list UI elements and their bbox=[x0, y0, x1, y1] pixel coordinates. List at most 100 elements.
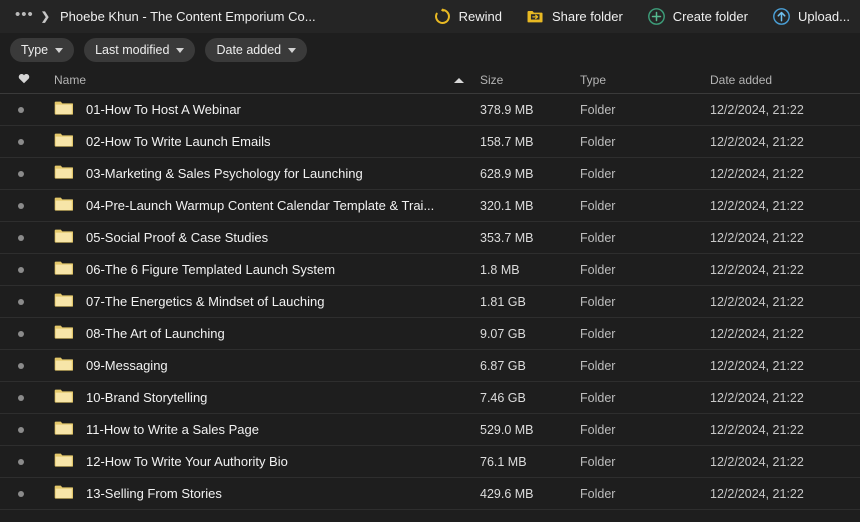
create-folder-icon bbox=[647, 7, 666, 26]
row-name-cell[interactable]: 12-How To Write Your Authority Bio bbox=[54, 452, 480, 471]
table-row[interactable]: 10-Brand Storytelling 7.46 GB Folder 12/2/2… bbox=[0, 382, 860, 414]
row-name-cell[interactable]: 13-Selling From Stories bbox=[54, 484, 480, 503]
folder-icon bbox=[54, 196, 86, 215]
row-favorite-toggle[interactable] bbox=[18, 202, 54, 209]
row-favorite-toggle[interactable] bbox=[18, 234, 54, 241]
table-row[interactable]: 04-Pre-Launch Warmup Content Calendar Te… bbox=[0, 190, 860, 222]
folder-icon bbox=[54, 452, 86, 471]
heart-icon bbox=[18, 73, 30, 87]
size-column-header[interactable]: Size bbox=[480, 73, 580, 87]
row-name-cell[interactable]: 06-The 6 Figure Templated Launch System bbox=[54, 260, 480, 279]
row-name-cell[interactable]: 03-Marketing & Sales Psychology for Laun… bbox=[54, 164, 480, 183]
row-date-cell: 12/2/2024, 21:22 bbox=[710, 390, 804, 405]
table-row[interactable]: 07-The Energetics & Mindset of Lauching 1… bbox=[0, 286, 860, 318]
row-name-label: 02-How To Write Launch Emails bbox=[86, 134, 271, 149]
row-size-cell: 158.7 MB bbox=[480, 134, 534, 149]
favorite-dot-icon bbox=[18, 394, 24, 401]
table-row[interactable]: 05-Social Proof & Case Studies 353.7 MB Fo… bbox=[0, 222, 860, 254]
row-name-cell[interactable]: 11-How to Write a Sales Page bbox=[54, 420, 480, 439]
table-row[interactable]: 03-Marketing & Sales Psychology for Laun… bbox=[0, 158, 860, 190]
row-name-label: 01-How To Host A Webinar bbox=[86, 102, 241, 117]
type-column-header[interactable]: Type bbox=[580, 73, 710, 87]
table-row[interactable]: 12-How To Write Your Authority Bio 76.1 M… bbox=[0, 446, 860, 478]
row-favorite-toggle[interactable] bbox=[18, 394, 54, 401]
row-date-cell: 12/2/2024, 21:22 bbox=[710, 358, 804, 373]
row-name-cell[interactable]: 09-Messaging bbox=[54, 356, 480, 375]
table-row[interactable]: 08-The Art of Launching 9.07 GB Folder 12/2… bbox=[0, 318, 860, 350]
filter-last-modified-button[interactable]: Last modified bbox=[84, 38, 196, 62]
row-favorite-toggle[interactable] bbox=[18, 266, 54, 273]
row-favorite-toggle[interactable] bbox=[18, 458, 54, 465]
filter-type-label: Type bbox=[21, 43, 49, 57]
row-name-cell[interactable]: 10-Brand Storytelling bbox=[54, 388, 480, 407]
folder-icon bbox=[54, 100, 86, 119]
toolbar-actions: Rewind Share folder Create folder Upload… bbox=[409, 7, 850, 26]
row-name-label: 13-Selling From Stories bbox=[86, 486, 222, 501]
row-date-cell: 12/2/2024, 21:22 bbox=[710, 486, 804, 501]
table-row[interactable]: 13-Selling From Stories 429.6 MB Folder 12/… bbox=[0, 478, 860, 510]
favorite-dot-icon bbox=[18, 234, 24, 241]
row-type-cell: Folder bbox=[580, 134, 616, 149]
filter-last-modified-label: Last modified bbox=[95, 43, 170, 57]
date-added-column-header[interactable]: Date added bbox=[710, 73, 860, 87]
name-column-header[interactable]: Name bbox=[54, 73, 480, 87]
table-row[interactable]: 02-How To Write Launch Emails 158.7 MB Fol… bbox=[0, 126, 860, 158]
row-date-cell: 12/2/2024, 21:22 bbox=[710, 230, 804, 245]
row-name-cell[interactable]: 01-How To Host A Webinar bbox=[54, 100, 480, 119]
share-folder-button[interactable]: Share folder bbox=[526, 7, 623, 26]
chevron-down-icon bbox=[55, 48, 64, 53]
row-favorite-toggle[interactable] bbox=[18, 330, 54, 337]
row-size-cell: 1.8 MB bbox=[480, 262, 520, 277]
row-name-label: 11-How to Write a Sales Page bbox=[86, 422, 259, 437]
upload-label: Upload... bbox=[797, 9, 850, 24]
favorite-dot-icon bbox=[18, 138, 24, 145]
row-date-cell: 12/2/2024, 21:22 bbox=[710, 134, 804, 149]
upload-icon bbox=[772, 7, 791, 26]
rewind-button[interactable]: Rewind bbox=[433, 7, 502, 26]
filter-date-added-button[interactable]: Date added bbox=[205, 38, 308, 62]
row-favorite-toggle[interactable] bbox=[18, 106, 54, 113]
row-date-cell: 12/2/2024, 21:22 bbox=[710, 262, 804, 277]
row-size-cell: 628.9 MB bbox=[480, 166, 534, 181]
row-size-cell: 1.81 GB bbox=[480, 294, 526, 309]
favorite-dot-icon bbox=[18, 298, 24, 305]
row-name-cell[interactable]: 04-Pre-Launch Warmup Content Calendar Te… bbox=[54, 196, 480, 215]
name-column-label: Name bbox=[54, 73, 87, 87]
create-folder-button[interactable]: Create folder bbox=[647, 7, 748, 26]
row-size-cell: 9.07 GB bbox=[480, 326, 526, 341]
row-name-label: 03-Marketing & Sales Psychology for Laun… bbox=[86, 166, 363, 181]
row-name-cell[interactable]: 07-The Energetics & Mindset of Lauching bbox=[54, 292, 480, 311]
filter-type-button[interactable]: Type bbox=[10, 38, 75, 62]
row-name-cell[interactable]: 02-How To Write Launch Emails bbox=[54, 132, 480, 151]
breadcrumb-overflow-button[interactable]: ••• bbox=[12, 7, 40, 24]
table-row[interactable]: 11-How to Write a Sales Page 529.0 MB Fold… bbox=[0, 414, 860, 446]
row-favorite-toggle[interactable] bbox=[18, 298, 54, 305]
row-date-cell: 12/2/2024, 21:22 bbox=[710, 198, 804, 213]
row-favorite-toggle[interactable] bbox=[18, 490, 54, 497]
breadcrumb-current-folder[interactable]: Phoebe Khun - The Content Emporium Co... bbox=[60, 9, 316, 24]
table-row[interactable]: 06-The 6 Figure Templated Launch System 1… bbox=[0, 254, 860, 286]
row-size-cell: 7.46 GB bbox=[480, 390, 526, 405]
table-row[interactable]: 09-Messaging 6.87 GB Folder 12/2/2024, 21:2… bbox=[0, 350, 860, 382]
row-favorite-toggle[interactable] bbox=[18, 138, 54, 145]
row-favorite-toggle[interactable] bbox=[18, 362, 54, 369]
row-favorite-toggle[interactable] bbox=[18, 426, 54, 433]
folder-icon bbox=[54, 388, 86, 407]
favorite-column-header[interactable] bbox=[18, 73, 54, 87]
row-size-cell: 529.0 MB bbox=[480, 422, 534, 437]
row-date-cell: 12/2/2024, 21:22 bbox=[710, 422, 804, 437]
file-table: Name Size Type Date added 01-How To Host… bbox=[0, 67, 860, 510]
filter-bar: Type Last modified Date added bbox=[0, 33, 860, 67]
row-name-cell[interactable]: 05-Social Proof & Case Studies bbox=[54, 228, 480, 247]
row-size-cell: 429.6 MB bbox=[480, 486, 534, 501]
row-type-cell: Folder bbox=[580, 326, 616, 341]
folder-icon bbox=[54, 484, 86, 503]
table-body: 01-How To Host A Webinar 378.9 MB Folder 12… bbox=[0, 94, 860, 510]
table-row[interactable]: 01-How To Host A Webinar 378.9 MB Folder 12… bbox=[0, 94, 860, 126]
favorite-dot-icon bbox=[18, 106, 24, 113]
upload-button[interactable]: Upload... bbox=[772, 7, 850, 26]
row-favorite-toggle[interactable] bbox=[18, 170, 54, 177]
row-name-cell[interactable]: 08-The Art of Launching bbox=[54, 324, 480, 343]
rewind-icon bbox=[433, 7, 452, 26]
row-type-cell: Folder bbox=[580, 166, 616, 181]
